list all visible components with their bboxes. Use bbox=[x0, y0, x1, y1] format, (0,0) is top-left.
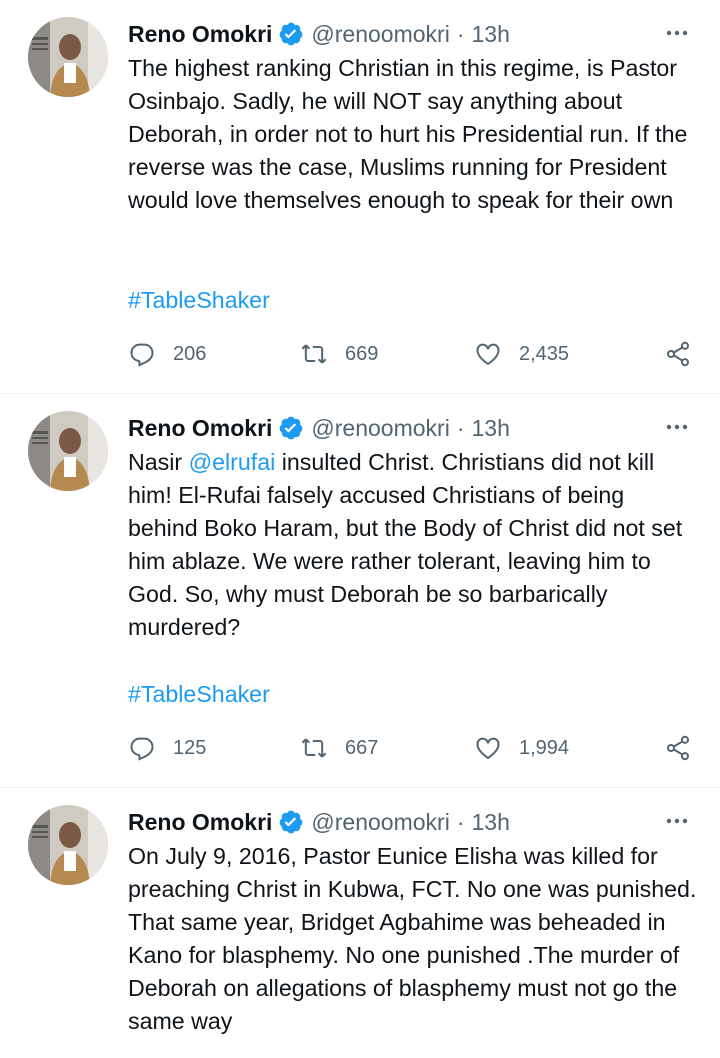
verified-badge-icon bbox=[280, 416, 303, 440]
mention-link[interactable]: @elrufai bbox=[189, 449, 276, 475]
avatar[interactable] bbox=[28, 411, 108, 491]
verified-badge-icon bbox=[280, 810, 303, 834]
share-button[interactable] bbox=[664, 730, 709, 766]
like-icon bbox=[476, 343, 500, 366]
retweet-button[interactable]: 667 bbox=[300, 730, 378, 766]
author-handle[interactable]: @renoomokri bbox=[311, 21, 449, 48]
hashtag-link[interactable]: #TableShaker bbox=[128, 284, 270, 317]
retweet-icon bbox=[301, 738, 327, 758]
reply-button[interactable]: 206 bbox=[128, 336, 206, 372]
tweet-text-part: The highest ranking Christian in this re… bbox=[128, 55, 694, 213]
reply-icon bbox=[130, 343, 154, 367]
retweet-icon bbox=[301, 344, 327, 364]
like-count: 2,435 bbox=[519, 342, 570, 365]
more-options-icon[interactable] bbox=[664, 20, 690, 46]
tweet-text-part: On July 9, 2016, Pastor Eunice Elisha wa… bbox=[128, 843, 703, 1034]
separator-dot: · bbox=[456, 808, 465, 835]
reply-count: 125 bbox=[173, 736, 207, 759]
tweet-text: The highest ranking Christian in this re… bbox=[128, 52, 698, 217]
tweet-text: On July 9, 2016, Pastor Eunice Elisha wa… bbox=[128, 840, 698, 1038]
tweet-text-part: insulted Christ. Christians did not kill… bbox=[128, 449, 689, 640]
tweet-text-part: Nasir bbox=[128, 449, 189, 475]
share-icon bbox=[666, 341, 690, 367]
timestamp[interactable]: 13h bbox=[472, 21, 510, 48]
like-count: 1,994 bbox=[519, 736, 570, 759]
reply-icon bbox=[130, 737, 154, 761]
more-options-icon[interactable] bbox=[664, 808, 690, 834]
author-handle[interactable]: @renoomokri bbox=[311, 415, 449, 442]
retweet-button[interactable]: 669 bbox=[300, 336, 378, 372]
tweet-actions: 206 669 2,435 bbox=[128, 336, 694, 372]
author-name[interactable]: Reno Omokri bbox=[128, 415, 272, 442]
like-button[interactable]: 2,435 bbox=[474, 336, 569, 372]
more-options-icon[interactable] bbox=[664, 414, 690, 440]
separator-dot: · bbox=[456, 20, 465, 47]
hashtag-link[interactable]: #TableShaker bbox=[128, 678, 270, 711]
tweet[interactable]: Reno Omokri @renoomokri · 13h The highes… bbox=[0, 0, 720, 394]
tweet[interactable]: Reno Omokri @renoomokri · 13h On July 9,… bbox=[0, 788, 720, 1058]
like-icon bbox=[476, 737, 500, 760]
tweet-actions: 125 667 1,994 bbox=[128, 730, 694, 766]
share-button[interactable] bbox=[664, 336, 709, 372]
author-name[interactable]: Reno Omokri bbox=[128, 809, 272, 836]
timestamp[interactable]: 13h bbox=[472, 415, 510, 442]
reply-count: 206 bbox=[173, 342, 207, 365]
author-handle[interactable]: @renoomokri bbox=[311, 809, 449, 836]
retweet-count: 669 bbox=[345, 342, 379, 365]
retweet-count: 667 bbox=[345, 736, 379, 759]
author-name[interactable]: Reno Omokri bbox=[128, 21, 272, 48]
verified-badge-icon bbox=[280, 22, 303, 46]
avatar[interactable] bbox=[28, 17, 108, 97]
like-button[interactable]: 1,994 bbox=[474, 730, 569, 766]
separator-dot: · bbox=[456, 414, 465, 441]
tweet-text: Nasir @elrufai insulted Christ. Christia… bbox=[128, 446, 698, 644]
timestamp[interactable]: 13h bbox=[472, 809, 510, 836]
tweet[interactable]: Reno Omokri @renoomokri · 13h Nasir @elr… bbox=[0, 394, 720, 788]
share-icon bbox=[666, 735, 690, 761]
reply-button[interactable]: 125 bbox=[128, 730, 206, 766]
avatar[interactable] bbox=[28, 805, 108, 885]
